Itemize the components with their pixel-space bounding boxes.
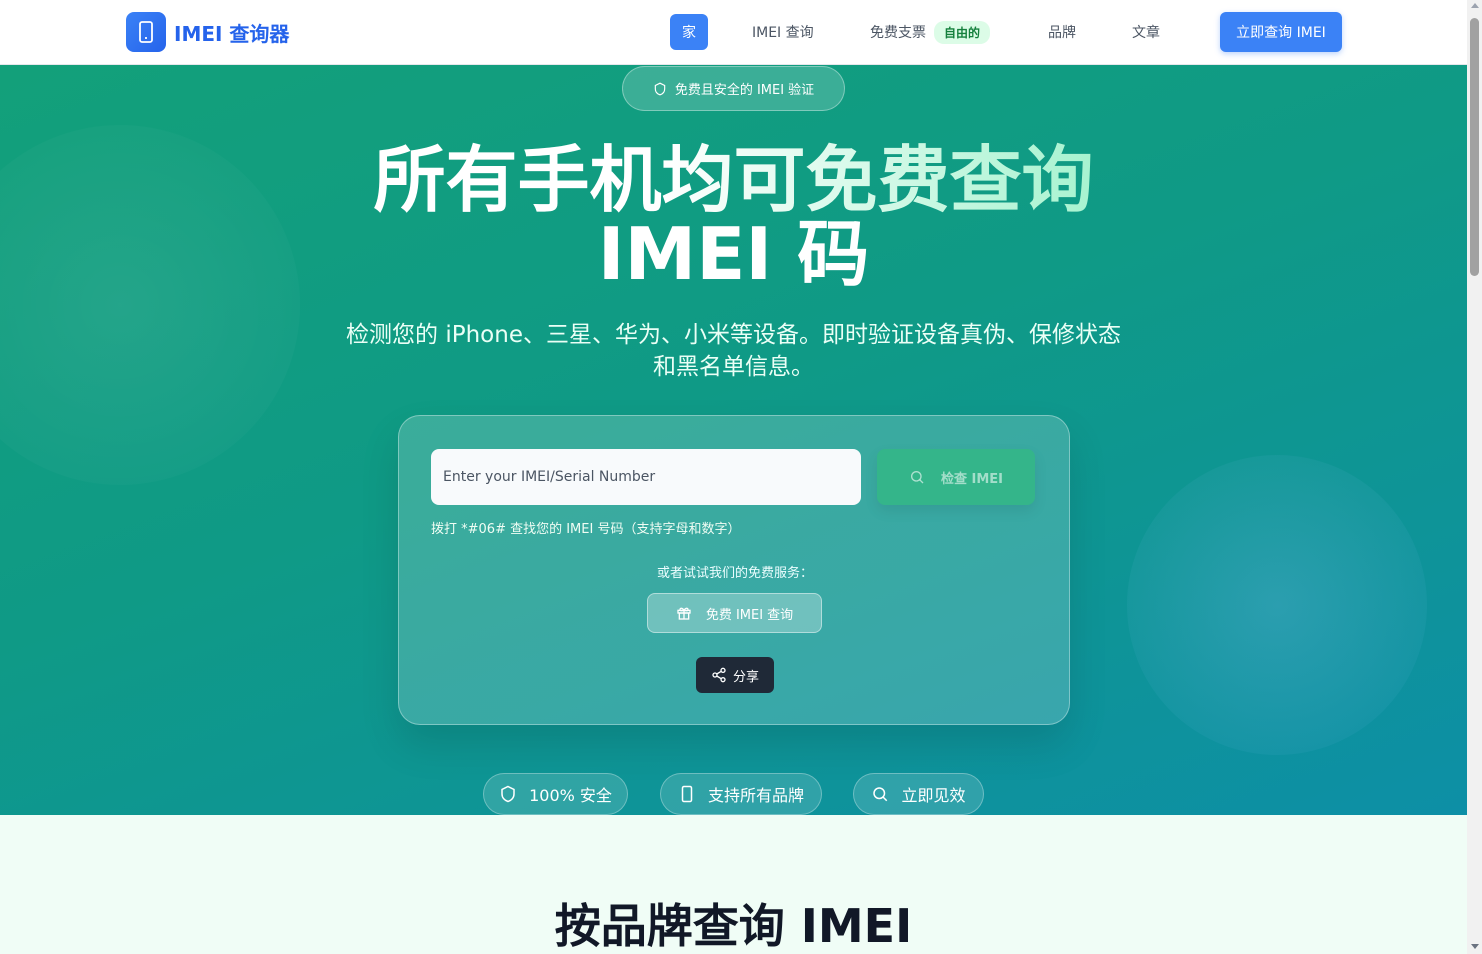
logo-text: IMEI 查询器	[174, 21, 290, 46]
site-header: IMEI 查询器 家 IMEI 查询 免费支票 自由的 品牌 文章 立即查询 I…	[0, 0, 1467, 65]
free-imei-lookup-label: 免费 IMEI 查询	[705, 607, 794, 623]
site-logo[interactable]: IMEI 查询器	[126, 12, 289, 52]
feature-secure-label: 100% 安全	[529, 786, 612, 805]
shield-icon	[501, 785, 515, 803]
hero-subtitle: 检测您的 iPhone、三星、华为、小米等设备。即时验证设备真伪、保修状态和黑名…	[346, 322, 1121, 380]
check-imei-button[interactable]: 检查 IMEI	[877, 449, 1035, 505]
hero-title: 所有手机均可免费查询 IMEI 码	[0, 143, 1467, 291]
nav-home[interactable]: 家	[670, 14, 708, 50]
check-imei-now-button[interactable]: 立即查询 IMEI	[1220, 12, 1342, 52]
nav-free-check-label: 免费支票	[870, 25, 926, 41]
feature-instant: 立即见效	[853, 773, 984, 815]
share-icon	[712, 667, 726, 683]
feature-instant-label: 立即见效	[901, 786, 966, 805]
free-badge: 自由的	[934, 20, 991, 44]
page-scrollbar[interactable]	[1467, 0, 1482, 954]
imei-hint: 拨打 *#06# 查找您的 IMEI 号码（支持字母和数字）	[431, 522, 741, 537]
phone-icon	[681, 785, 693, 803]
scroll-down-arrow-icon[interactable]	[1471, 944, 1479, 949]
shield-icon	[654, 82, 666, 95]
imei-input[interactable]	[431, 449, 861, 505]
feature-all-brands-label: 支持所有品牌	[707, 786, 804, 805]
share-label: 分享	[732, 669, 759, 685]
share-button[interactable]: 分享	[696, 657, 774, 693]
brands-section-title: 按品牌查询 IMEI	[554, 899, 913, 953]
free-imei-lookup-button[interactable]: 免费 IMEI 查询	[647, 593, 822, 633]
feature-all-brands: 支持所有品牌	[660, 773, 822, 815]
hero-section: 免费且安全的 IMEI 验证 所有手机均可免费查询 IMEI 码 检测您的 iP…	[0, 65, 1467, 815]
imei-check-card: 检查 IMEI 拨打 *#06# 查找您的 IMEI 号码（支持字母和数字） 或…	[398, 415, 1070, 725]
pill-text: 免费且安全的 IMEI 验证	[674, 83, 815, 98]
gift-icon	[677, 607, 691, 620]
nav-free-check[interactable]: 免费支票 自由的	[870, 14, 991, 50]
feature-secure: 100% 安全	[483, 773, 628, 815]
scroll-thumb[interactable]	[1470, 18, 1479, 276]
phone-icon	[126, 12, 166, 52]
search-icon	[873, 787, 888, 802]
nav-imei-lookup[interactable]: IMEI 查询	[752, 14, 814, 50]
hero-title-gradient: 均可免费查询	[661, 138, 1094, 222]
search-icon	[910, 471, 924, 484]
check-imei-label: 检查 IMEI	[940, 471, 1004, 487]
hero-title-line2: IMEI 码	[597, 212, 870, 296]
secure-verification-pill: 免费且安全的 IMEI 验证	[622, 66, 845, 111]
alt-services-text: 或者试试我们的免费服务：	[656, 566, 813, 581]
scroll-up-arrow-icon[interactable]	[1471, 3, 1479, 8]
hero-title-highlight: 所有手机	[373, 138, 662, 222]
nav-brands[interactable]: 品牌	[1048, 14, 1076, 50]
nav-articles[interactable]: 文章	[1132, 14, 1160, 50]
